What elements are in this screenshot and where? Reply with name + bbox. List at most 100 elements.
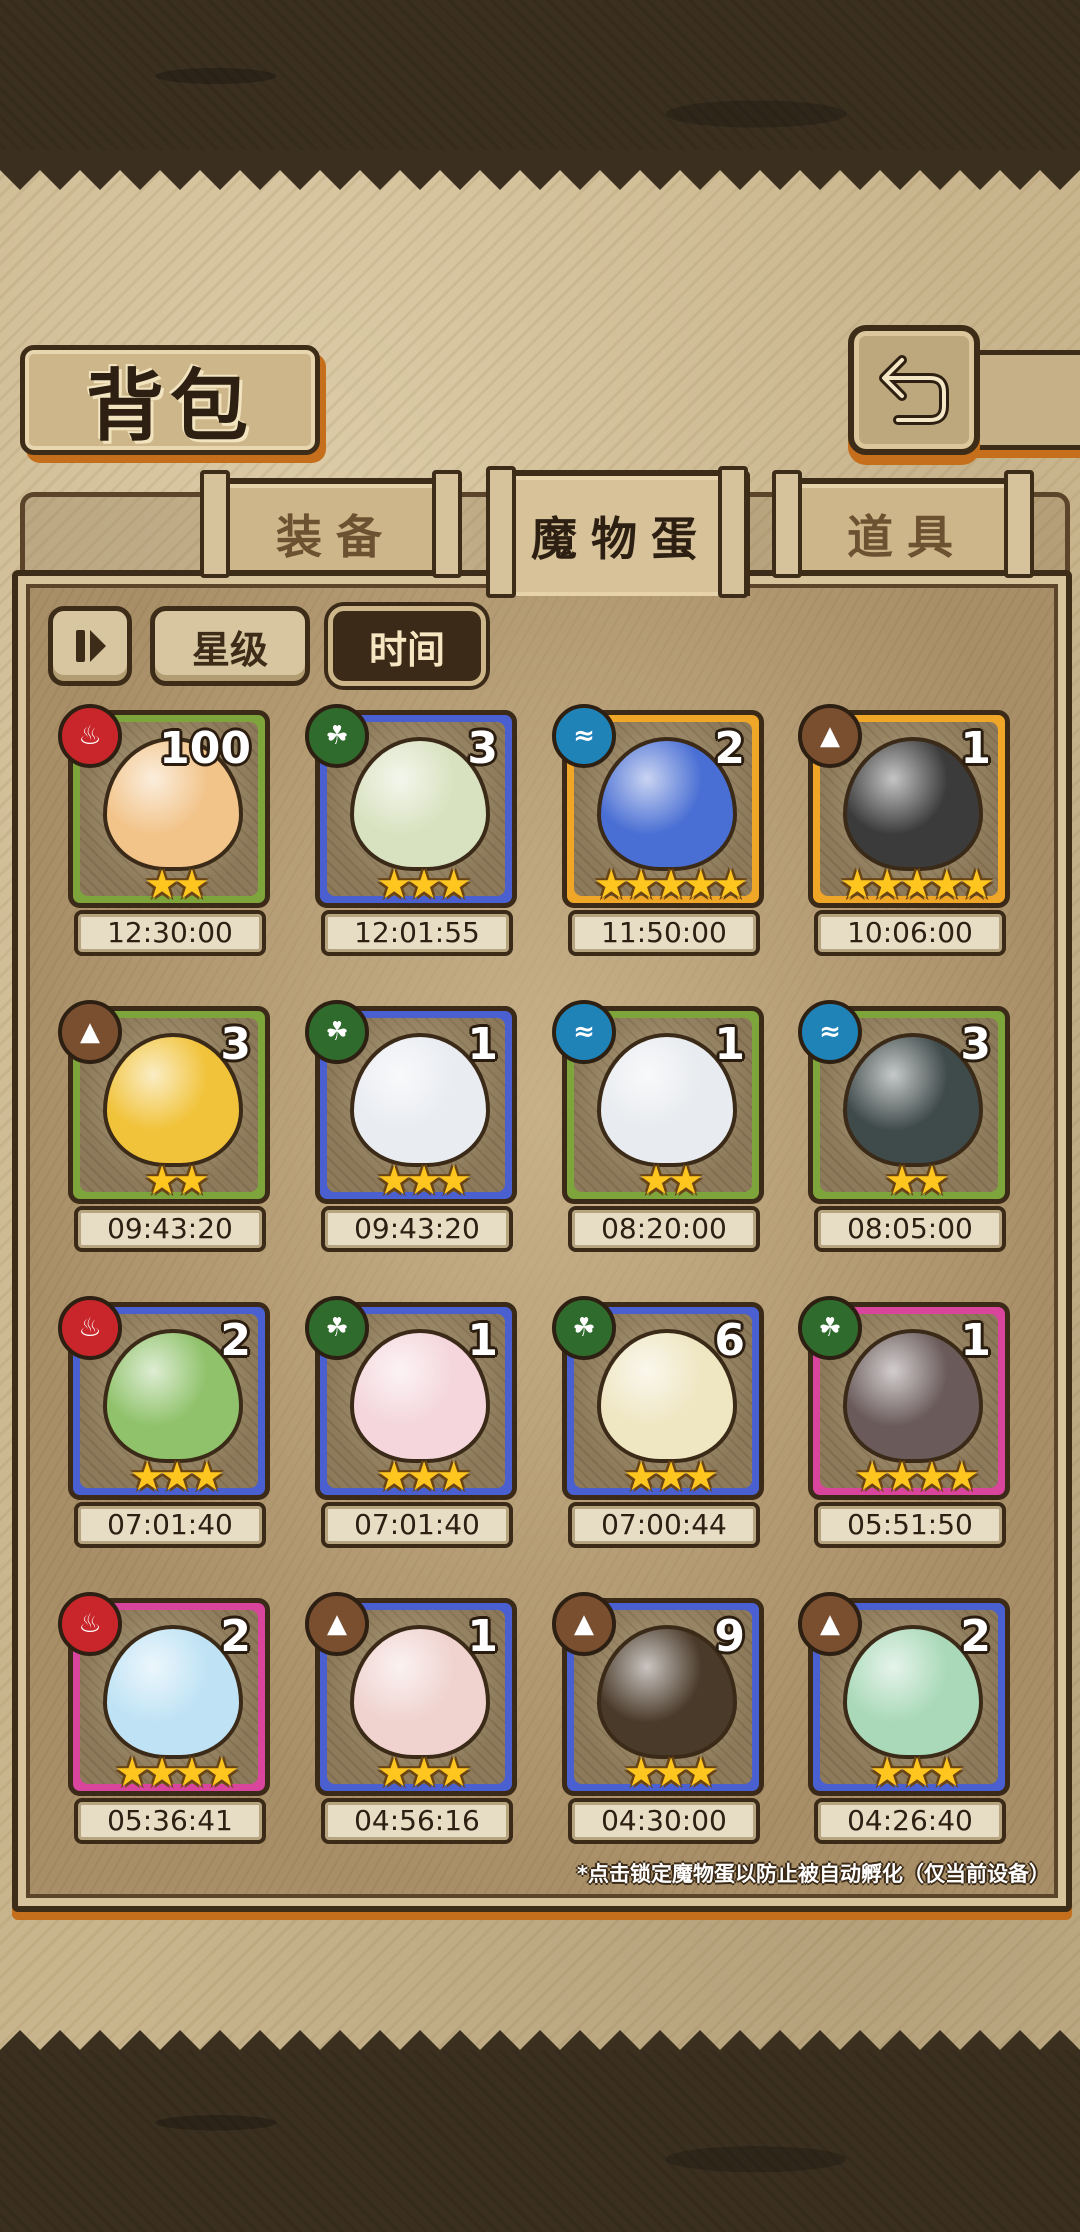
leaf-element-icon: ☘ (305, 1000, 369, 1064)
egg-card[interactable]: 1 ★★ ≈08:20:00 (552, 1000, 766, 1274)
hatch-timer: 09:43:20 (321, 1206, 513, 1252)
pause-toggle-button[interactable] (48, 606, 132, 686)
egg-card[interactable]: 1 ★★★ ☘ 09:43:20 (305, 1000, 519, 1274)
earth-element-icon: ▲ (798, 1592, 862, 1656)
egg-count: 1 (960, 723, 991, 774)
star-rating: ★★ (144, 862, 210, 908)
hatch-timer: 08:05:00 (814, 1206, 1006, 1252)
star-rating: ★★★★ (114, 1750, 239, 1796)
egg-count: 2 (220, 1315, 251, 1366)
star-rating: ★★★ (376, 1454, 472, 1500)
egg-card[interactable]: 1 ★★★ ▲ 04:56:16 (305, 1592, 519, 1866)
egg-count: 100 (159, 723, 251, 774)
egg-card[interactable]: 1 ★★★★ ☘ 05:51:50 (798, 1296, 1012, 1570)
hatch-timer: 10:06:00 (814, 910, 1006, 956)
earth-element-icon: ▲ (798, 704, 862, 768)
egg-card[interactable]: 2 ★★★ ▲ 04:26:40 (798, 1592, 1012, 1866)
fire-element-icon: ♨ (58, 1592, 122, 1656)
egg-count: 2 (220, 1611, 251, 1662)
star-rating: ★★★ (623, 1750, 719, 1796)
egg-count: 2 (714, 723, 745, 774)
bottom-map-band (0, 2050, 1080, 2232)
star-rating: ★★ (884, 1158, 950, 1204)
star-rating: ★★★ (376, 1750, 472, 1796)
lock-hint-text: *点击锁定魔物蛋以防止被自动孵化（仅当前设备） (577, 1862, 1050, 1886)
egg-count: 3 (220, 1019, 251, 1070)
star-rating: ★★★ (623, 1454, 719, 1500)
fire-element-icon: ♨ (58, 1296, 122, 1360)
tab-post (772, 470, 802, 578)
egg-card[interactable]: 3 ★★ ≈08:05:00 (798, 1000, 1012, 1274)
egg-card[interactable]: 1 ★★★★★ ▲ 10:06:00 (798, 704, 1012, 978)
hatch-timer: 05:51:50 (814, 1502, 1006, 1548)
sort-by-star-button[interactable]: 星级 (150, 606, 310, 686)
earth-element-icon: ▲ (552, 1592, 616, 1656)
egg-card[interactable]: 9 ★★★ ▲ 04:30:00 (552, 1592, 766, 1866)
egg-count: 2 (960, 1611, 991, 1662)
water-element-icon: ≈ (798, 1000, 862, 1064)
pause-play-icon (76, 630, 106, 662)
star-rating: ★★★★★ (839, 862, 994, 908)
tab-post (718, 466, 748, 598)
back-rail (970, 350, 1080, 450)
star-rating: ★★ (144, 1158, 210, 1204)
egg-count: 1 (467, 1019, 498, 1070)
zigzag-top-edge (0, 150, 1080, 190)
egg-card[interactable]: 2 ★★★ ♨ 07:01:40 (58, 1296, 272, 1570)
hatch-timer: 07:00:44 (568, 1502, 760, 1548)
tab-equipment[interactable]: 装备 (210, 478, 462, 584)
egg-count: 9 (714, 1611, 745, 1662)
return-arrow-icon (879, 355, 949, 425)
egg-card[interactable]: 3 ★★ ▲ 09:43:20 (58, 1000, 272, 1274)
page-title: 背包 (85, 362, 254, 452)
hatch-timer: 04:30:00 (568, 1798, 760, 1844)
leaf-element-icon: ☘ (552, 1296, 616, 1360)
hatch-timer: 05:36:41 (74, 1798, 266, 1844)
hatch-timer: 11:50:00 (568, 910, 760, 956)
title-plate: 背包 (20, 345, 320, 455)
star-rating: ★★ (638, 1158, 704, 1204)
star-rating: ★★★ (129, 1454, 225, 1500)
egg-count: 1 (714, 1019, 745, 1070)
egg-count: 6 (714, 1315, 745, 1366)
egg-card[interactable]: 3 ★★★ ☘ 12:01:55 (305, 704, 519, 978)
egg-count: 1 (467, 1315, 498, 1366)
tab-post (1004, 470, 1034, 578)
hatch-timer: 12:30:00 (74, 910, 266, 956)
tab-monster-egg[interactable]: 魔物蛋 (492, 470, 750, 596)
earth-element-icon: ▲ (58, 1000, 122, 1064)
tab-post (486, 466, 516, 598)
water-element-icon: ≈ (552, 1000, 616, 1064)
leaf-element-icon: ☘ (305, 704, 369, 768)
hatch-timer: 04:56:16 (321, 1798, 513, 1844)
egg-count: 3 (960, 1019, 991, 1070)
sort-by-time-button[interactable]: 时间 (328, 606, 486, 686)
earth-element-icon: ▲ (305, 1592, 369, 1656)
egg-card[interactable]: 100 ★★ ♨ 12:30:00 (58, 704, 272, 978)
hatch-timer: 04:26:40 (814, 1798, 1006, 1844)
star-rating: ★★★ (376, 862, 472, 908)
star-rating: ★★★ (376, 1158, 472, 1204)
hatch-timer: 08:20:00 (568, 1206, 760, 1252)
egg-card[interactable]: 6 ★★★ ☘ 07:00:44 (552, 1296, 766, 1570)
water-element-icon: ≈ (552, 704, 616, 768)
egg-card[interactable]: 1 ★★★ ☘ 07:01:40 (305, 1296, 519, 1570)
back-button[interactable] (848, 325, 980, 455)
egg-count: 1 (467, 1611, 498, 1662)
tab-post (432, 470, 462, 578)
hatch-timer: 07:01:40 (74, 1502, 266, 1548)
star-rating: ★★★ (869, 1750, 965, 1796)
star-rating: ★★★★ (854, 1454, 979, 1500)
egg-count: 3 (467, 723, 498, 774)
fire-element-icon: ♨ (58, 704, 122, 768)
hatch-timer: 12:01:55 (321, 910, 513, 956)
hatch-timer: 09:43:20 (74, 1206, 266, 1252)
star-rating: ★★★★★ (593, 862, 748, 908)
leaf-element-icon: ☘ (305, 1296, 369, 1360)
egg-card[interactable]: 2 ★★★★★ ≈11:50:00 (552, 704, 766, 978)
tab-post (200, 470, 230, 578)
leaf-element-icon: ☘ (798, 1296, 862, 1360)
egg-card[interactable]: 2 ★★★★ ♨ 05:36:41 (58, 1592, 272, 1866)
egg-count: 1 (960, 1315, 991, 1366)
tab-items[interactable]: 道具 (780, 478, 1034, 584)
